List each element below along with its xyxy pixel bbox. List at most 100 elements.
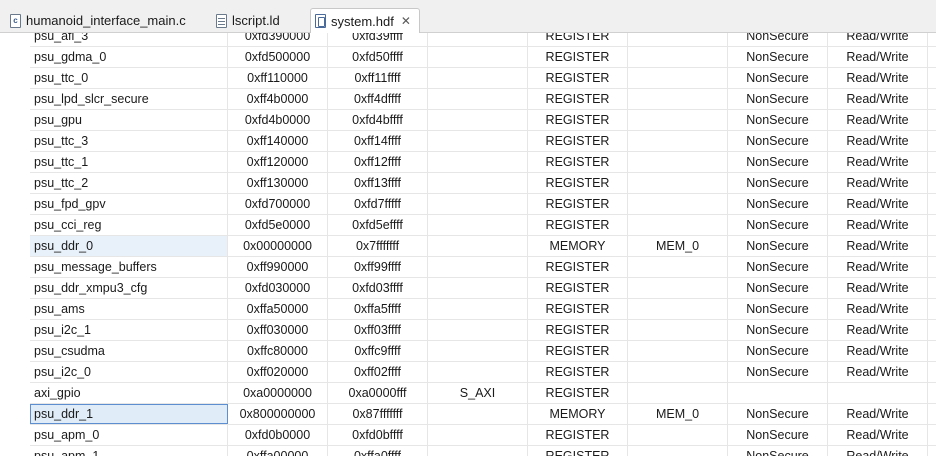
ip-name-cell[interactable]: psu_ttc_1 (30, 152, 228, 172)
interface-cell[interactable] (428, 299, 528, 319)
ip-name-cell[interactable]: axi_gpio (30, 383, 228, 403)
high-address-cell[interactable]: 0xff4dffff (328, 89, 428, 109)
security-cell[interactable] (728, 383, 828, 403)
high-address-cell[interactable]: 0xfd0bffff (328, 425, 428, 445)
memory-cell[interactable]: MEM_0 (628, 404, 728, 424)
high-address-cell[interactable]: 0x7fffffff (328, 236, 428, 256)
high-address-cell[interactable]: 0xffc9ffff (328, 341, 428, 361)
type-cell[interactable]: REGISTER (528, 215, 628, 235)
access-cell[interactable]: Read/Write (828, 362, 928, 382)
type-cell[interactable]: REGISTER (528, 446, 628, 456)
security-cell[interactable]: NonSecure (728, 278, 828, 298)
base-address-cell[interactable]: 0xfd500000 (228, 47, 328, 67)
base-address-cell[interactable]: 0xff030000 (228, 320, 328, 340)
memory-cell[interactable] (628, 68, 728, 88)
memory-cell[interactable] (628, 215, 728, 235)
interface-cell[interactable] (428, 320, 528, 340)
high-address-cell[interactable]: 0xffa0ffff (328, 446, 428, 456)
high-address-cell[interactable]: 0xffa5ffff (328, 299, 428, 319)
table-row[interactable]: psu_ttc_0 0xff110000 0xff11ffff REGISTER Non… (30, 68, 936, 89)
table-row[interactable]: psu_cci_reg 0xfd5e0000 0xfd5effff REGISTER N… (30, 215, 936, 236)
memory-cell[interactable] (628, 257, 728, 277)
type-cell[interactable]: REGISTER (528, 425, 628, 445)
base-address-cell[interactable]: 0x800000000 (228, 404, 328, 424)
base-address-cell[interactable]: 0xffa00000 (228, 446, 328, 456)
table-row[interactable]: psu_afi_3 0xfd390000 0xfd39ffff REGISTER Non… (30, 33, 936, 47)
memory-cell[interactable] (628, 110, 728, 130)
base-address-cell[interactable]: 0xff990000 (228, 257, 328, 277)
table-row[interactable]: psu_gpu 0xfd4b0000 0xfd4bffff REGISTER NonSe… (30, 110, 936, 131)
type-cell[interactable]: REGISTER (528, 89, 628, 109)
ip-name-cell[interactable]: psu_i2c_1 (30, 320, 228, 340)
access-cell[interactable]: Read/Write (828, 236, 928, 256)
table-row[interactable]: psu_ddr_1 0x800000000 0x87fffffff MEMORY MEM… (30, 404, 936, 425)
type-cell[interactable]: REGISTER (528, 278, 628, 298)
ip-name-cell[interactable]: psu_gdma_0 (30, 47, 228, 67)
security-cell[interactable]: NonSecure (728, 320, 828, 340)
table-row[interactable]: psu_message_buffers 0xff990000 0xff99ffff R… (30, 257, 936, 278)
type-cell[interactable]: REGISTER (528, 341, 628, 361)
access-cell[interactable]: Read/Write (828, 131, 928, 151)
high-address-cell[interactable]: 0xff99ffff (328, 257, 428, 277)
base-address-cell[interactable]: 0xfd4b0000 (228, 110, 328, 130)
access-cell[interactable]: Read/Write (828, 194, 928, 214)
security-cell[interactable]: NonSecure (728, 215, 828, 235)
access-cell[interactable]: Read/Write (828, 68, 928, 88)
interface-cell[interactable] (428, 131, 528, 151)
interface-cell[interactable] (428, 68, 528, 88)
memory-cell[interactable] (628, 425, 728, 445)
high-address-cell[interactable]: 0xfd5effff (328, 215, 428, 235)
type-cell[interactable]: REGISTER (528, 47, 628, 67)
access-cell[interactable]: Read/Write (828, 446, 928, 456)
access-cell[interactable]: Read/Write (828, 173, 928, 193)
ip-name-cell[interactable]: psu_cci_reg (30, 215, 228, 235)
ip-name-cell[interactable]: psu_ttc_2 (30, 173, 228, 193)
interface-cell[interactable] (428, 236, 528, 256)
type-cell[interactable]: REGISTER (528, 33, 628, 46)
ip-name-cell[interactable]: psu_lpd_slcr_secure (30, 89, 228, 109)
base-address-cell[interactable]: 0xffa50000 (228, 299, 328, 319)
access-cell[interactable]: Read/Write (828, 404, 928, 424)
table-row[interactable]: psu_i2c_1 0xff030000 0xff03ffff REGISTER Non… (30, 320, 936, 341)
base-address-cell[interactable]: 0xa0000000 (228, 383, 328, 403)
interface-cell[interactable] (428, 152, 528, 172)
interface-cell[interactable] (428, 341, 528, 361)
type-cell[interactable]: REGISTER (528, 320, 628, 340)
table-row[interactable]: psu_ttc_1 0xff120000 0xff12ffff REGISTER Non… (30, 152, 936, 173)
memory-cell[interactable] (628, 194, 728, 214)
base-address-cell[interactable]: 0xff140000 (228, 131, 328, 151)
security-cell[interactable]: NonSecure (728, 152, 828, 172)
high-address-cell[interactable]: 0xa0000fff (328, 383, 428, 403)
memory-cell[interactable]: MEM_0 (628, 236, 728, 256)
access-cell[interactable]: Read/Write (828, 89, 928, 109)
access-cell[interactable]: Read/Write (828, 299, 928, 319)
table-row[interactable]: psu_lpd_slcr_secure 0xff4b0000 0xff4dffff R… (30, 89, 936, 110)
security-cell[interactable]: NonSecure (728, 425, 828, 445)
table-row[interactable]: axi_gpio 0xa0000000 0xa0000fff S_AXI REGISTE… (30, 383, 936, 404)
security-cell[interactable]: NonSecure (728, 257, 828, 277)
security-cell[interactable]: NonSecure (728, 131, 828, 151)
security-cell[interactable]: NonSecure (728, 341, 828, 361)
access-cell[interactable]: Read/Write (828, 152, 928, 172)
security-cell[interactable]: NonSecure (728, 89, 828, 109)
base-address-cell[interactable]: 0x00000000 (228, 236, 328, 256)
type-cell[interactable]: MEMORY (528, 236, 628, 256)
table-row[interactable]: psu_ddr_0 0x00000000 0x7fffffff MEMORY MEM_0… (30, 236, 936, 257)
type-cell[interactable]: REGISTER (528, 362, 628, 382)
security-cell[interactable]: NonSecure (728, 404, 828, 424)
type-cell[interactable]: REGISTER (528, 383, 628, 403)
base-address-cell[interactable]: 0xfd0b0000 (228, 425, 328, 445)
interface-cell[interactable] (428, 89, 528, 109)
base-address-cell[interactable]: 0xfd390000 (228, 33, 328, 46)
type-cell[interactable]: REGISTER (528, 152, 628, 172)
ip-name-cell[interactable]: psu_ddr_xmpu3_cfg (30, 278, 228, 298)
ip-name-cell[interactable]: psu_apm_1 (30, 446, 228, 456)
memory-cell[interactable] (628, 362, 728, 382)
ip-name-cell[interactable]: psu_ddr_0 (30, 236, 228, 256)
interface-cell[interactable] (428, 257, 528, 277)
base-address-cell[interactable]: 0xff020000 (228, 362, 328, 382)
base-address-cell[interactable]: 0xff130000 (228, 173, 328, 193)
security-cell[interactable]: NonSecure (728, 33, 828, 46)
memory-cell[interactable] (628, 299, 728, 319)
base-address-cell[interactable]: 0xfd700000 (228, 194, 328, 214)
